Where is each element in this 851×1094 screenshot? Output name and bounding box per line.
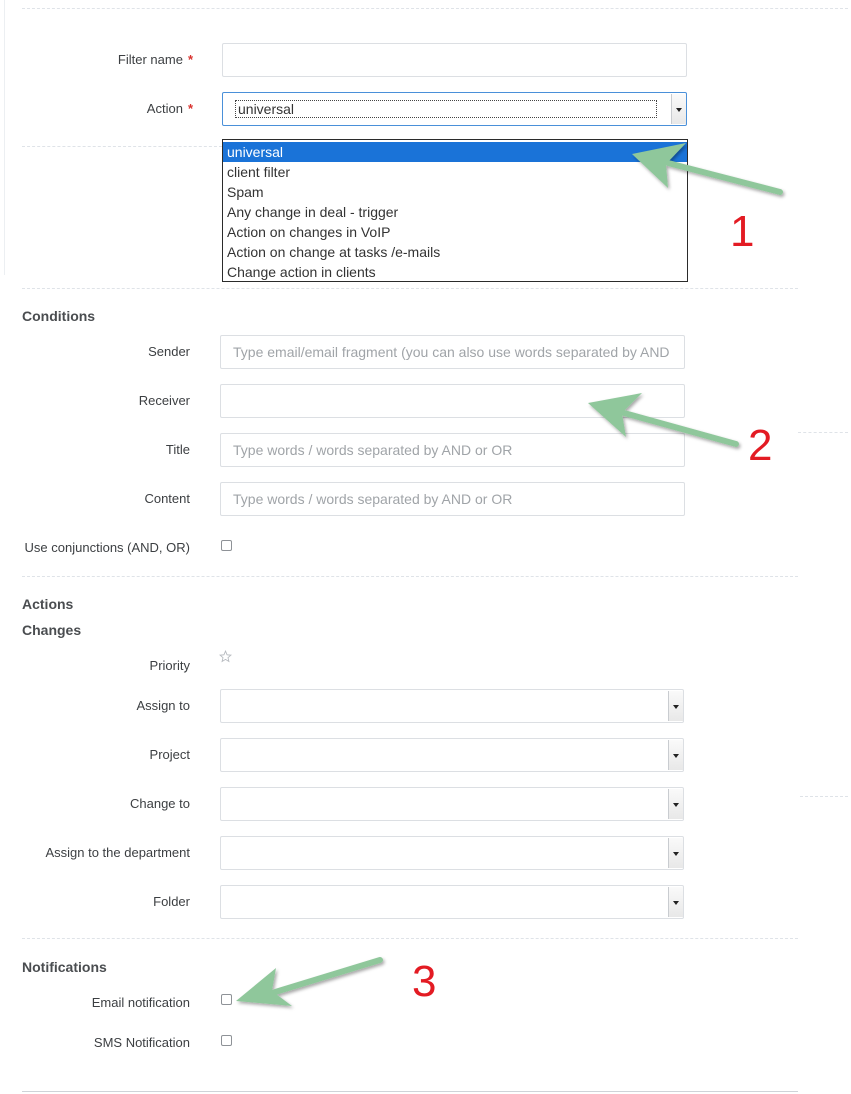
annotation-arrows [236, 143, 783, 1006]
arrow-3 [236, 957, 383, 1006]
arrow-2 [588, 393, 739, 447]
annotation-number-2: 2 [748, 421, 773, 470]
annotation-number-1: 1 [730, 207, 755, 256]
annotation-number-3: 3 [412, 957, 437, 1006]
arrow-1 [632, 143, 783, 195]
